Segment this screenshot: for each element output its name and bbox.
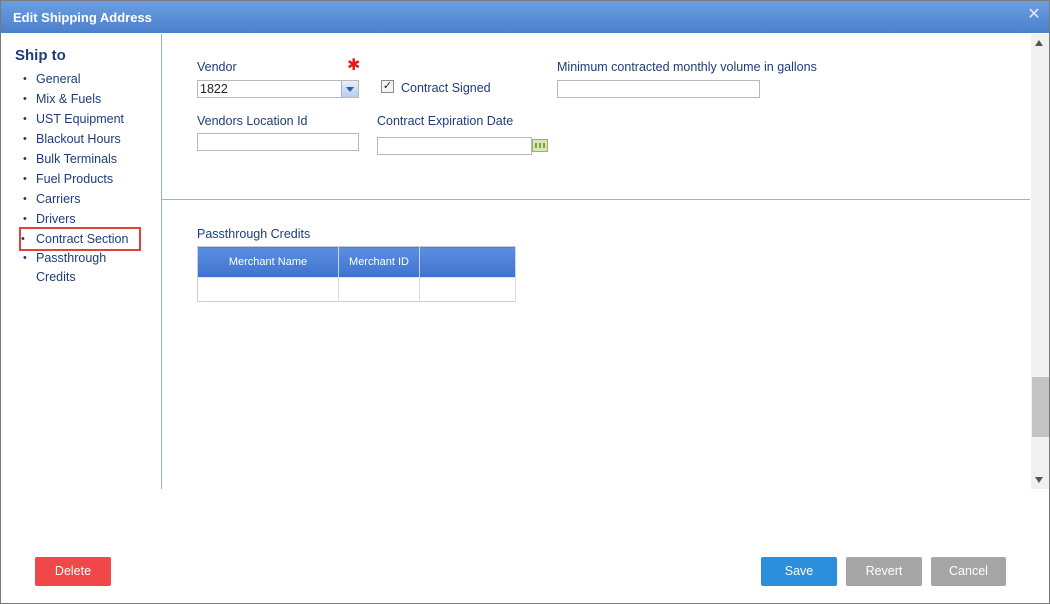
min-volume-label: Minimum contracted monthly volume in gal… bbox=[557, 60, 817, 74]
delete-button[interactable]: Delete bbox=[35, 557, 111, 586]
column-header-merchant-id[interactable]: Merchant ID bbox=[338, 246, 420, 278]
edit-shipping-dialog: Edit Shipping Address ✕ Ship to General … bbox=[0, 0, 1050, 604]
table-header-row: Merchant Name Merchant ID bbox=[197, 246, 516, 278]
table-cell bbox=[338, 277, 420, 302]
sidebar-heading: Ship to bbox=[15, 47, 66, 64]
content-panel: Vendor ✱ 1822 ✓ Contract Signed Minimum … bbox=[162, 34, 1030, 489]
sidebar-item-mix-fuels[interactable]: Mix & Fuels bbox=[23, 89, 146, 109]
calendar-icon[interactable] bbox=[532, 139, 548, 152]
table-cell bbox=[197, 277, 339, 302]
vendor-label: Vendor bbox=[197, 60, 237, 74]
dialog-titlebar: Edit Shipping Address ✕ bbox=[1, 1, 1049, 33]
sidebar-item-fuel-products[interactable]: Fuel Products bbox=[23, 169, 146, 189]
sidebar-nav: General Mix & Fuels UST Equipment Blacko… bbox=[19, 69, 146, 287]
contract-signed-checkbox[interactable]: ✓ bbox=[381, 80, 394, 93]
table-cell bbox=[419, 277, 516, 302]
sidebar-item-carriers[interactable]: Carriers bbox=[23, 189, 146, 209]
scroll-up-icon[interactable] bbox=[1035, 40, 1043, 46]
vendor-location-label: Vendors Location Id bbox=[197, 114, 308, 128]
section-divider bbox=[162, 199, 1030, 200]
required-icon: ✱ bbox=[347, 57, 361, 74]
sidebar-item-passthrough-credits[interactable]: Passthrough Credits bbox=[23, 249, 146, 287]
vendor-select[interactable]: 1822 bbox=[197, 80, 359, 98]
save-button[interactable]: Save bbox=[761, 557, 837, 586]
vertical-scrollbar[interactable] bbox=[1031, 34, 1049, 489]
passthrough-title: Passthrough Credits bbox=[197, 227, 311, 241]
column-header-merchant-name[interactable]: Merchant Name bbox=[197, 246, 339, 278]
sidebar-item-bulk-terminals[interactable]: Bulk Terminals bbox=[23, 149, 146, 169]
scroll-down-icon[interactable] bbox=[1035, 477, 1043, 483]
sidebar-item-general[interactable]: General bbox=[23, 69, 146, 89]
contract-expiration-label: Contract Expiration Date bbox=[377, 114, 514, 128]
sidebar-item-contract-section[interactable]: Contract Section bbox=[19, 227, 141, 251]
sidebar-item-ust-equipment[interactable]: UST Equipment bbox=[23, 109, 146, 129]
passthrough-table: Merchant Name Merchant ID bbox=[197, 246, 516, 302]
cancel-button[interactable]: Cancel bbox=[931, 557, 1006, 586]
column-header-extra bbox=[419, 246, 516, 278]
scroll-thumb[interactable] bbox=[1032, 377, 1049, 437]
revert-button[interactable]: Revert bbox=[846, 557, 922, 586]
vendor-select-value: 1822 bbox=[200, 82, 228, 96]
contract-expiration-input[interactable] bbox=[377, 137, 532, 155]
min-volume-input[interactable] bbox=[557, 80, 760, 98]
table-row[interactable] bbox=[197, 277, 516, 302]
dialog-title: Edit Shipping Address bbox=[13, 10, 152, 25]
sidebar-item-blackout-hours[interactable]: Blackout Hours bbox=[23, 129, 146, 149]
close-icon[interactable]: ✕ bbox=[1027, 7, 1041, 23]
chevron-down-icon[interactable] bbox=[341, 81, 358, 97]
sidebar: Ship to General Mix & Fuels UST Equipmen… bbox=[1, 34, 162, 489]
vendor-location-input[interactable] bbox=[197, 133, 359, 151]
sidebar-item-drivers[interactable]: Drivers bbox=[23, 209, 146, 229]
contract-signed-label: Contract Signed bbox=[401, 81, 491, 95]
